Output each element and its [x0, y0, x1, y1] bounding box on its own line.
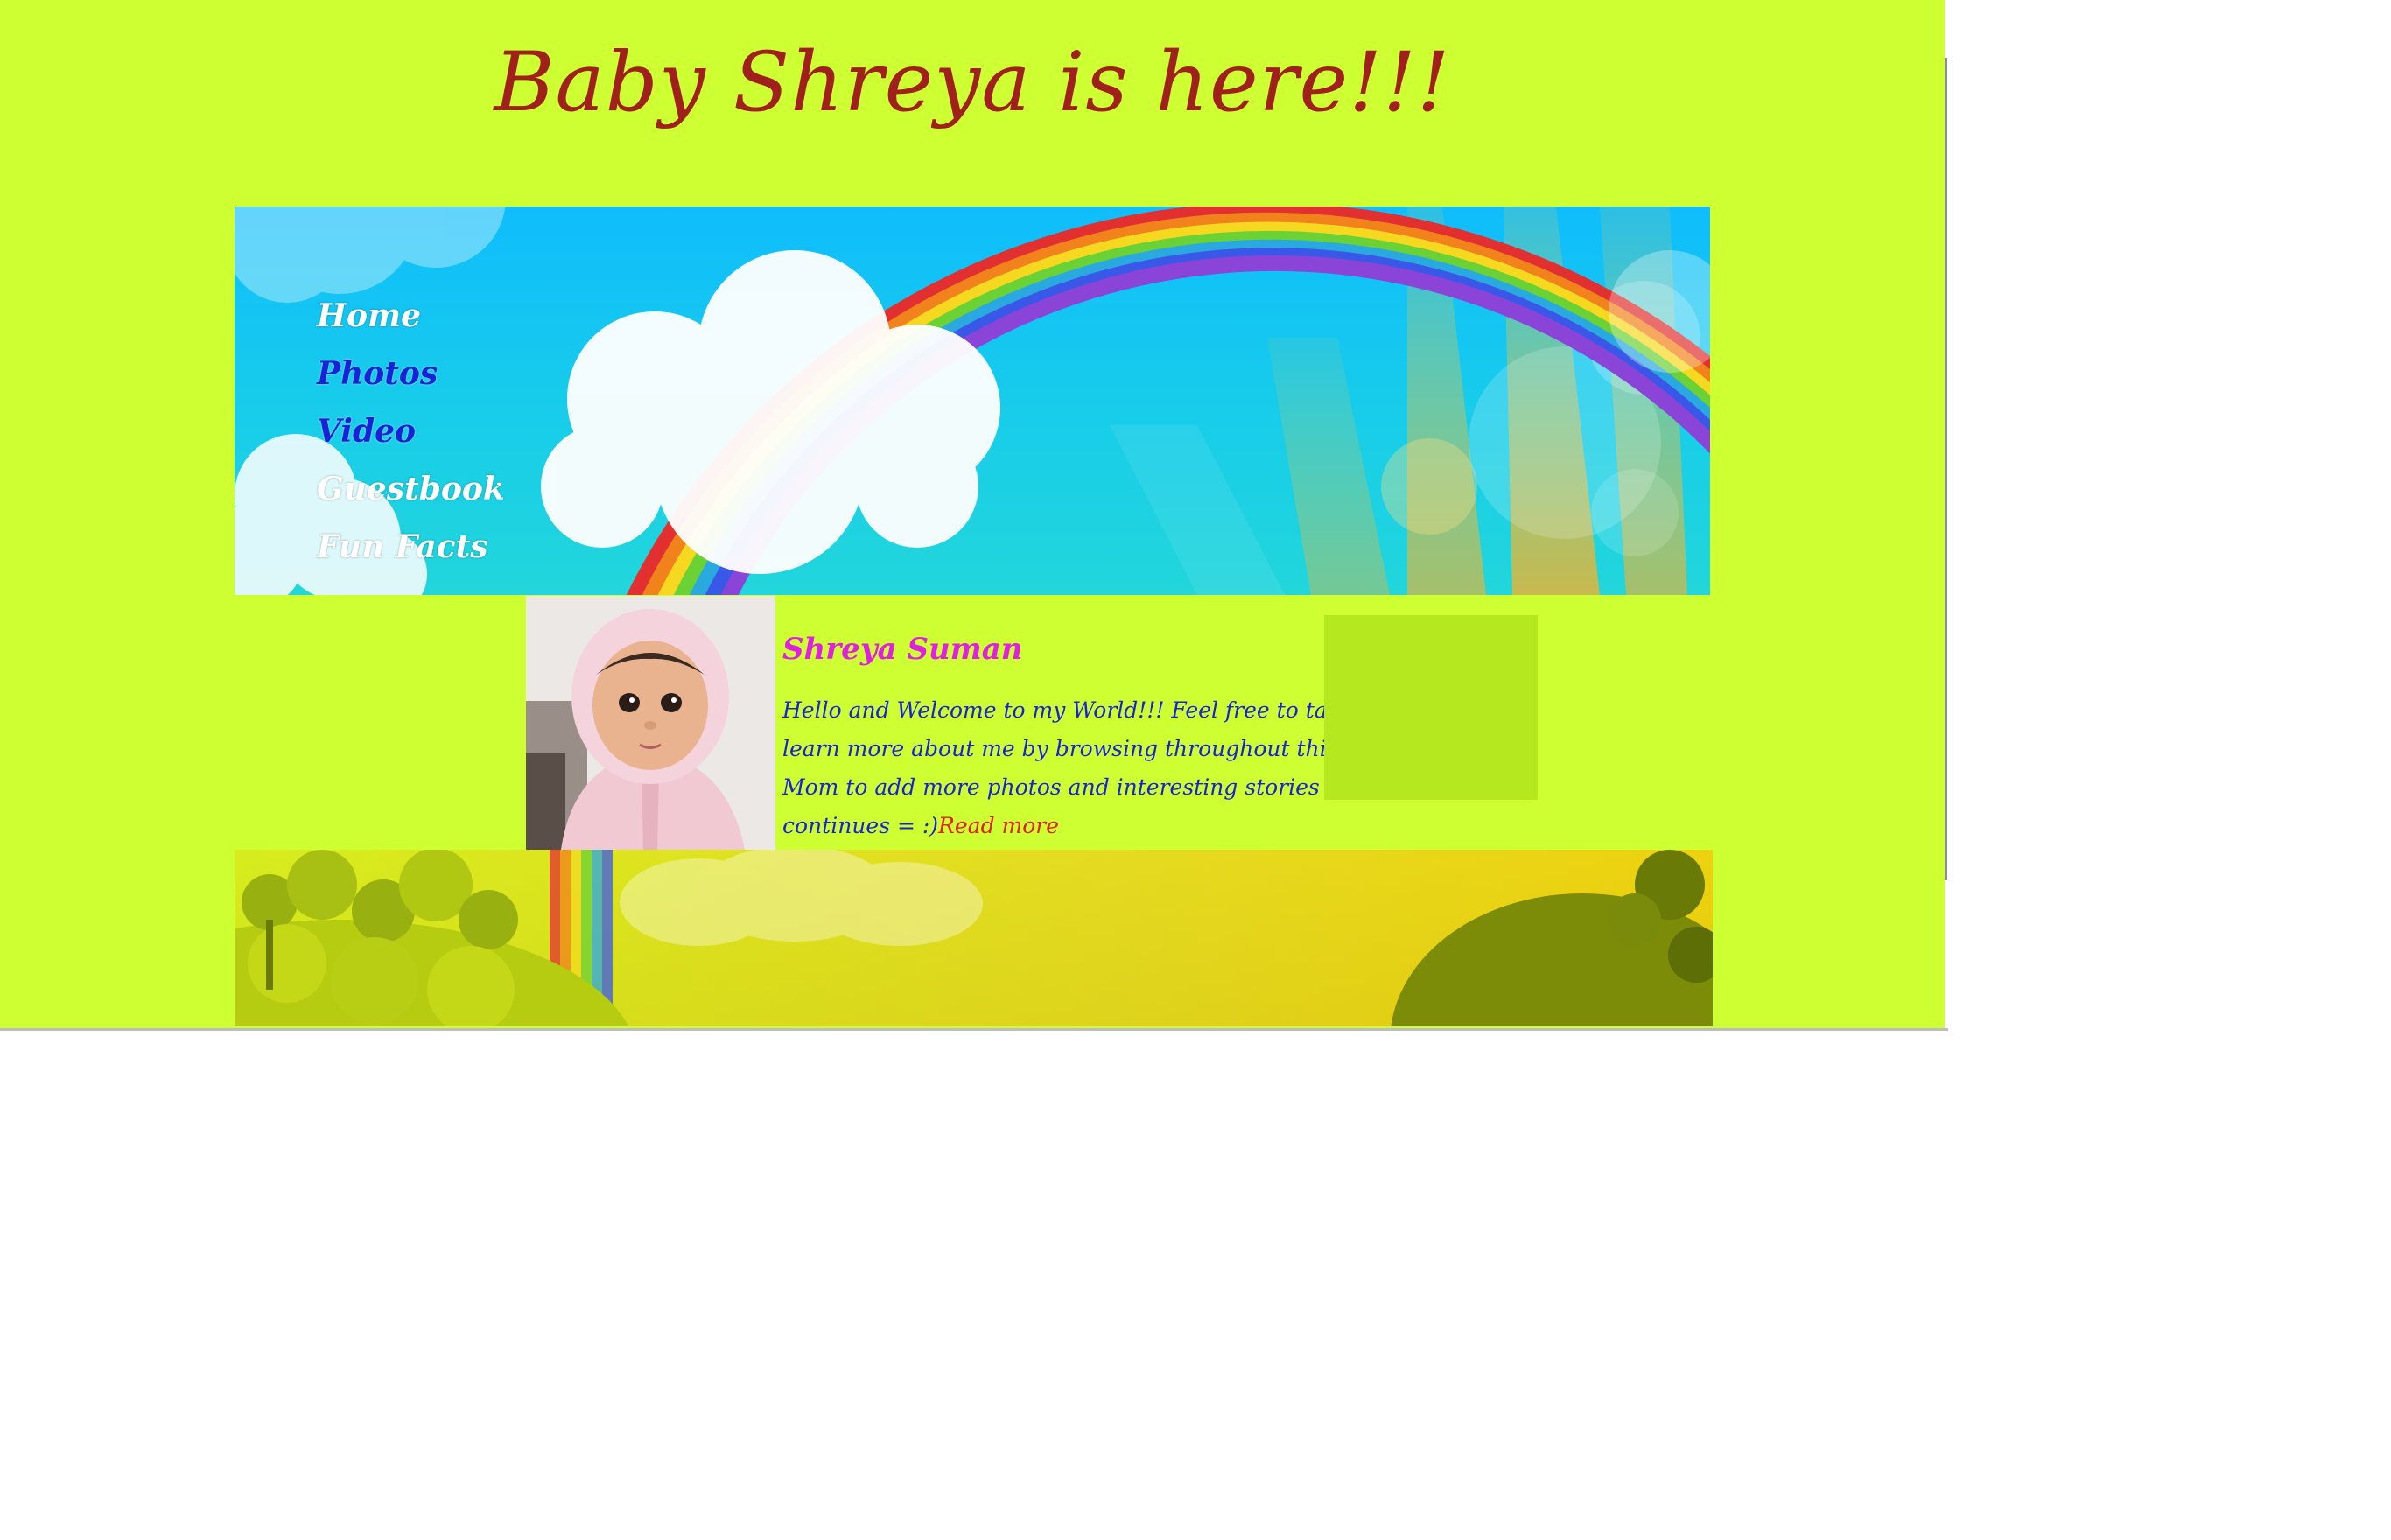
nav-item-guestbook[interactable]: Guestbook: [317, 460, 505, 518]
nav-item-home[interactable]: Home: [317, 287, 505, 345]
main-nav: Home Photos Video Guestbook Fun Facts: [317, 287, 505, 576]
profile-name: Shreya Suman: [782, 632, 1023, 667]
welcome-line: learn more about me by browsing througho…: [782, 736, 1325, 761]
nav-item-photos[interactable]: Photos: [317, 345, 505, 402]
nav-item-video[interactable]: Video: [317, 402, 505, 460]
side-panel-placeholder: [1324, 615, 1538, 800]
site-page: Baby Shreya is here!!! Home Photos Video…: [0, 0, 1945, 1028]
welcome-line: Hello and Welcome to my World!!! Feel fr…: [782, 697, 1325, 723]
welcome-text: Hello and Welcome to my World!!! Feel fr…: [782, 691, 1325, 840]
rainbow-hills-footer: [235, 850, 1713, 1026]
baby-portrait-illustration: [526, 596, 775, 850]
window-edge-line: [1945, 58, 1947, 880]
welcome-line-end: continues = :): [782, 813, 939, 838]
baby-portrait-photo: [526, 596, 775, 850]
footer-artwork: [235, 850, 1713, 1026]
welcome-line: Mom to add more photos and interesting s…: [782, 774, 1325, 800]
rainbow-clouds-banner: Home Photos Video Guestbook Fun Facts: [235, 206, 1710, 595]
page-bottom-edge: [0, 1028, 1948, 1031]
welcome-line-last: continues = :)Read more: [782, 807, 1325, 840]
nav-item-fun-facts[interactable]: Fun Facts: [317, 518, 505, 576]
read-more-link[interactable]: Read more: [938, 813, 1059, 838]
site-title: Baby Shreya is here!!!: [494, 35, 1451, 130]
